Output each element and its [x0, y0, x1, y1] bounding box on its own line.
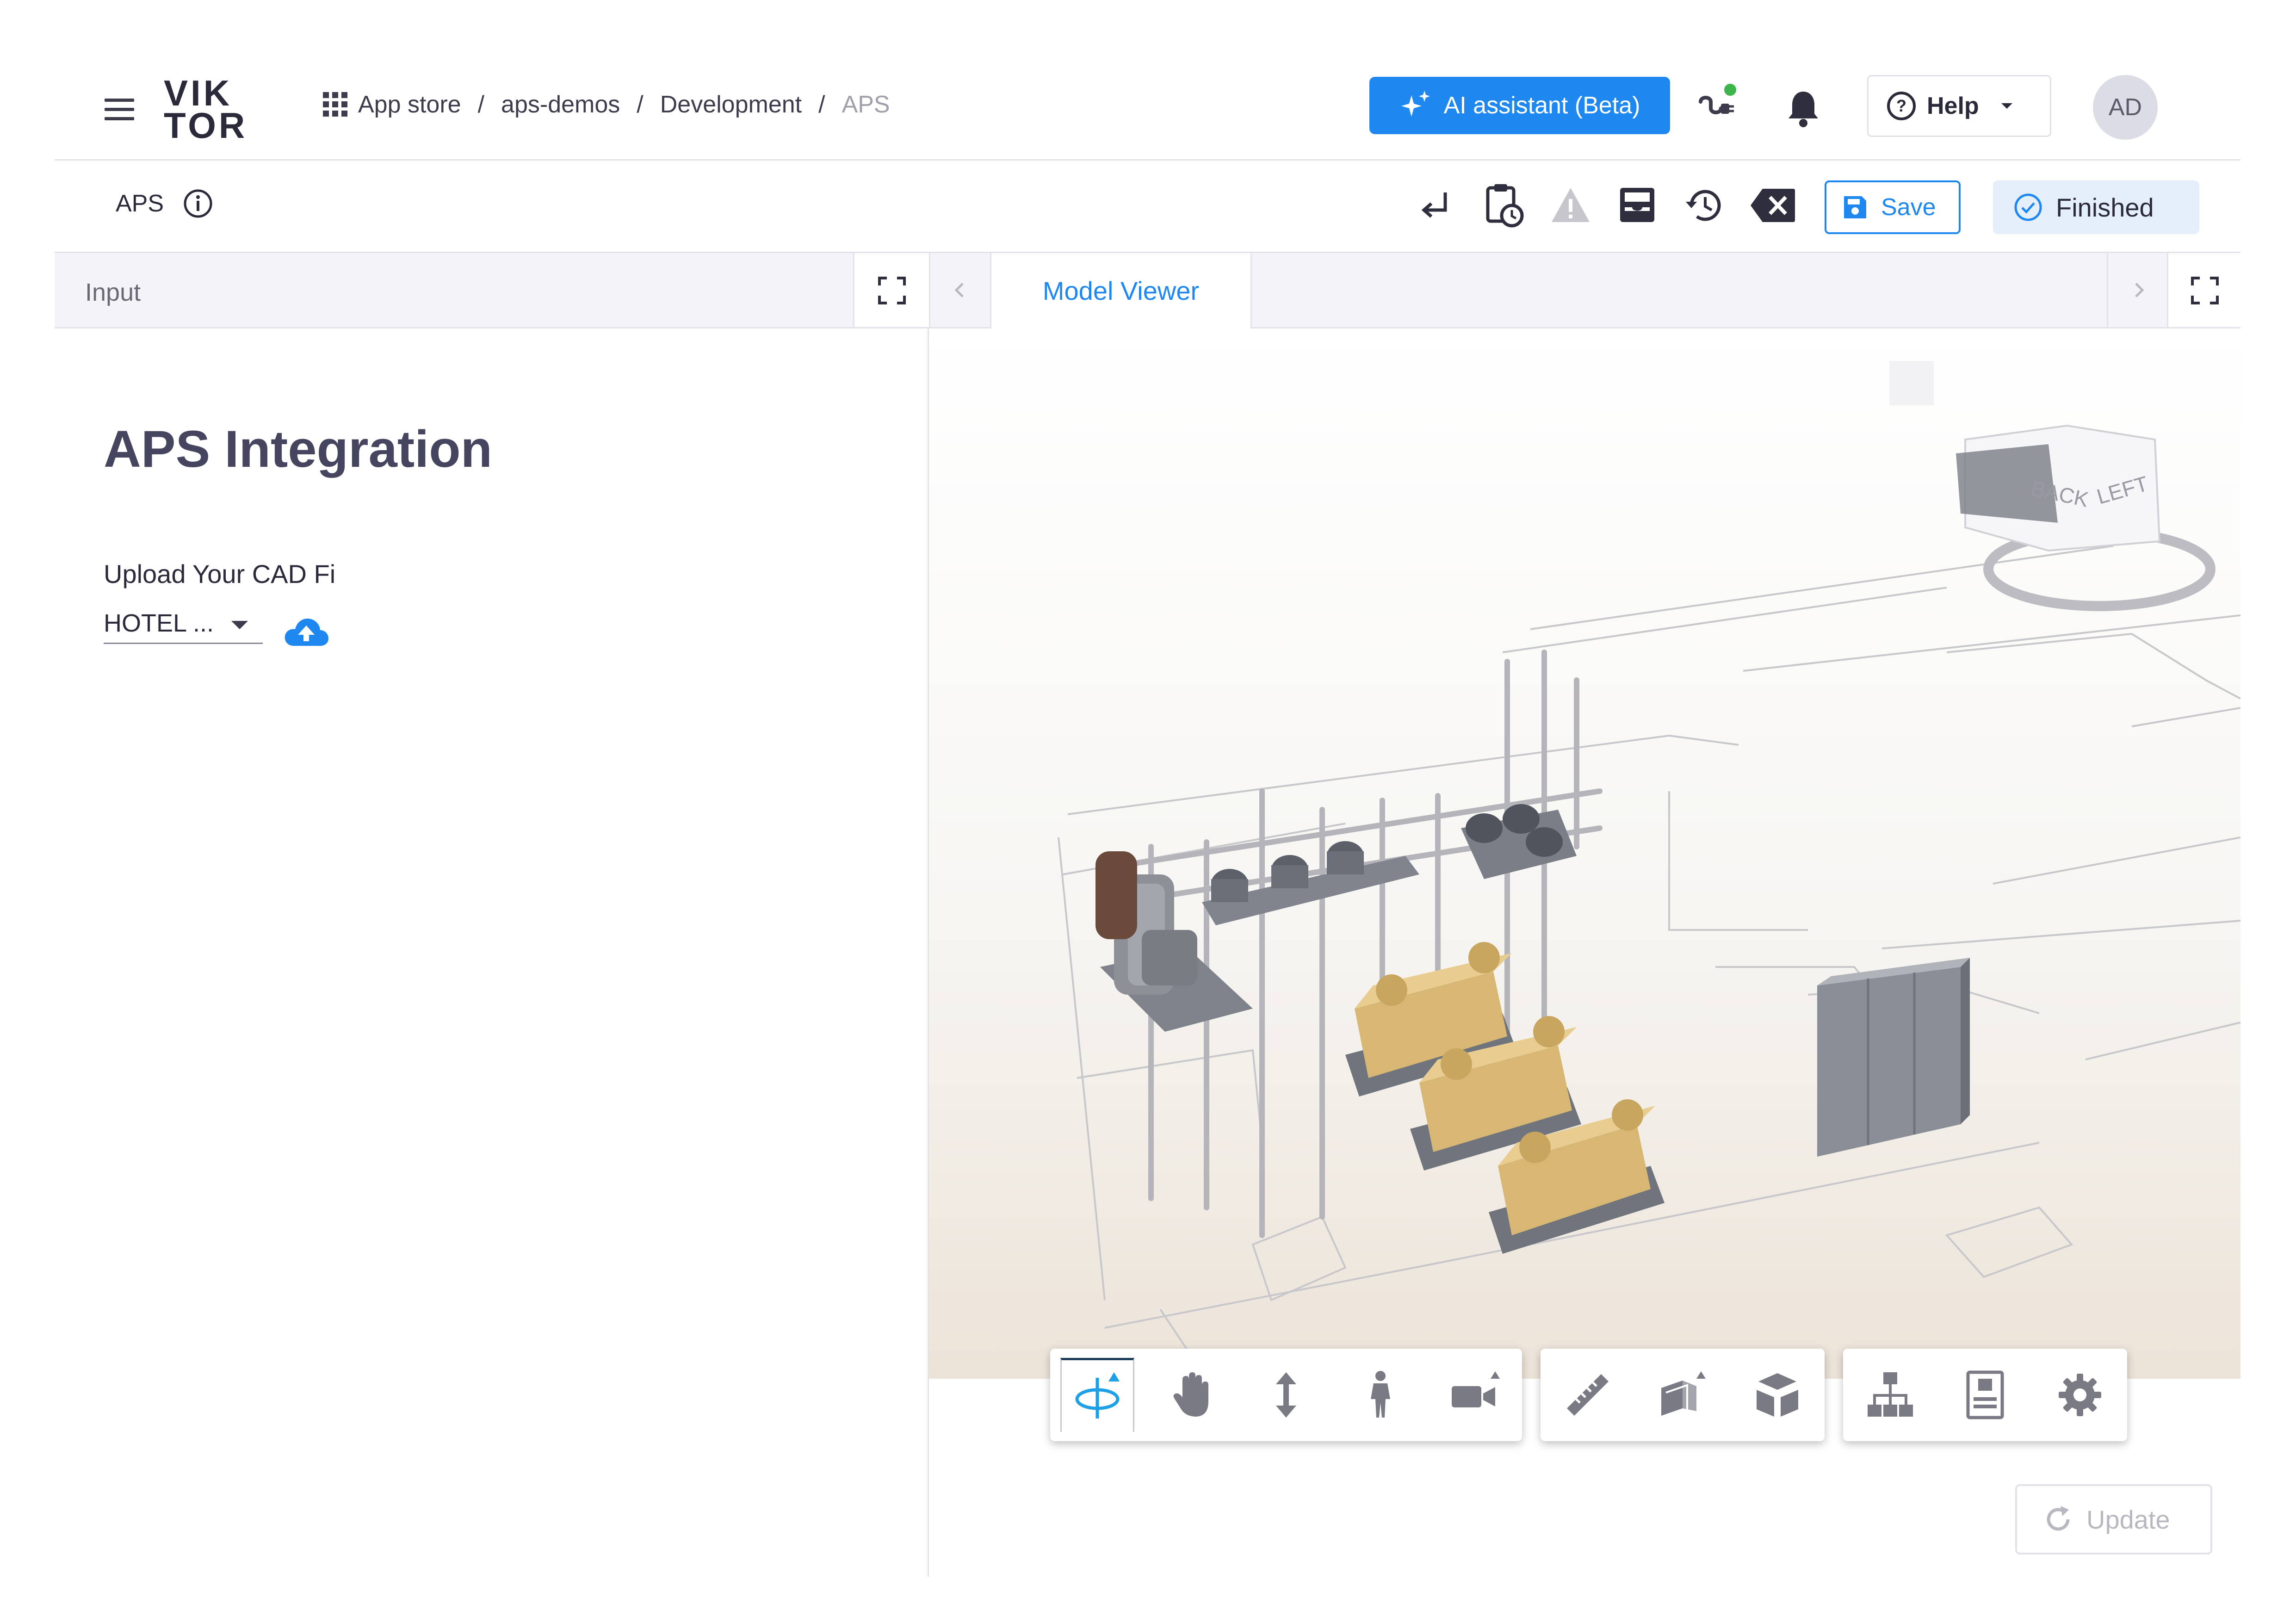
model-browser-tool[interactable] — [1853, 1358, 1927, 1432]
save-label: Save — [1881, 194, 1936, 221]
finished-label: Finished — [2056, 192, 2154, 222]
file-select-value: HOTEL ... — [104, 609, 214, 637]
settings-tool[interactable] — [2043, 1358, 2117, 1432]
app-root: VIK TOR App store / aps-demos / Developm… — [55, 46, 2242, 1577]
fullscreen-icon — [878, 277, 906, 304]
return-icon[interactable] — [1417, 188, 1454, 225]
tab-scroll-right[interactable] — [2107, 253, 2168, 327]
pan-icon — [1173, 1372, 1208, 1417]
app-toolbar: APS Save Finished — [55, 159, 2240, 252]
help-circle-icon: ? — [1887, 92, 1916, 120]
svg-text:?: ? — [1896, 96, 1906, 115]
explode-icon — [1756, 1373, 1798, 1417]
model-canvas[interactable]: BACK LEFT — [929, 328, 2240, 1379]
help-button[interactable]: ? Help — [1867, 75, 2051, 137]
sparkle-icon — [1401, 91, 1430, 117]
breadcrumb: App store / aps-demos / Development / AP… — [323, 91, 890, 118]
page-title: APS Integration — [104, 420, 493, 478]
zoom-icon — [1276, 1372, 1296, 1418]
zoom-tool[interactable] — [1249, 1358, 1323, 1432]
logo-line-1: VIK — [164, 73, 233, 113]
breadcrumb-aps: APS — [842, 91, 890, 118]
menu-icon[interactable] — [105, 93, 134, 126]
panel-tabs: Input Model Viewer — [55, 252, 2242, 328]
breadcrumb-app-store[interactable]: App store — [358, 91, 461, 118]
history-icon[interactable] — [1683, 184, 1726, 227]
navigation-toolbar — [1050, 1349, 1522, 1441]
breadcrumb-development[interactable]: Development — [660, 91, 802, 118]
chevron-left-icon — [954, 283, 964, 297]
check-circle-icon — [2014, 193, 2042, 221]
top-bar: VIK TOR App store / aps-demos / Developm… — [55, 46, 2240, 161]
status-dot — [1724, 84, 1736, 96]
camera-tool[interactable] — [1438, 1358, 1512, 1432]
orbit-icon — [1075, 1372, 1120, 1419]
tab-model-viewer[interactable]: Model Viewer — [990, 253, 1252, 328]
electrical-cabinet — [1817, 958, 1970, 1157]
ai-assistant-button[interactable]: AI assistant (Beta) — [1369, 77, 1670, 134]
viewer-fullscreen-button[interactable] — [2167, 253, 2242, 327]
settings-icon — [2058, 1374, 2101, 1416]
section-tool[interactable] — [1646, 1358, 1720, 1432]
section-icon — [1661, 1371, 1706, 1419]
measure-icon — [1567, 1374, 1609, 1416]
refresh-icon — [2047, 1506, 2070, 1531]
view-cube[interactable]: BACK LEFT — [1889, 361, 2216, 611]
tab-scroll-left[interactable] — [929, 253, 990, 327]
measure-tool[interactable] — [1551, 1358, 1625, 1432]
camera-icon — [1452, 1371, 1500, 1407]
upload-field-label: Upload Your CAD Fi — [104, 559, 336, 588]
update-button[interactable]: Update — [2015, 1484, 2212, 1555]
model-browser-icon — [1868, 1372, 1913, 1417]
explode-tool[interactable] — [1740, 1358, 1814, 1432]
warning-icon[interactable] — [1550, 186, 1591, 224]
ai-assistant-label: AI assistant (Beta) — [1443, 92, 1640, 119]
chevron-down-icon — [2001, 103, 2012, 109]
app-name: APS — [116, 190, 164, 217]
breadcrumb-aps-demos[interactable]: aps-demos — [501, 91, 620, 118]
help-label: Help — [1927, 93, 1979, 119]
model-viewer[interactable]: BACK LEFT — [929, 328, 2240, 1379]
floppy-disk-icon — [1844, 196, 1866, 218]
orbit-tool[interactable] — [1060, 1358, 1134, 1432]
tab-input[interactable]: Input — [85, 278, 141, 307]
info-icon[interactable] — [182, 188, 214, 219]
file-select[interactable]: HOTEL ... — [104, 604, 263, 644]
floor-plan-lines — [1058, 545, 2240, 1379]
bell-icon[interactable] — [1785, 88, 1822, 132]
model-tools-toolbar — [1541, 1349, 1825, 1441]
properties-icon — [1966, 1370, 2004, 1419]
clear-icon[interactable] — [1749, 186, 1797, 225]
breadcrumb-separator: / — [477, 91, 485, 118]
pump-skid-right — [1461, 804, 1577, 879]
breadcrumb-separator: / — [637, 91, 644, 118]
connection-status-icon[interactable] — [1692, 83, 1739, 130]
pan-tool[interactable] — [1155, 1358, 1229, 1432]
inbox-icon[interactable] — [1617, 185, 1657, 225]
breadcrumb-separator: / — [818, 91, 825, 118]
viktor-logo[interactable]: VIK TOR — [164, 73, 248, 146]
update-label: Update — [2086, 1505, 2170, 1534]
apps-grid-icon[interactable] — [323, 92, 348, 117]
chevron-down-icon — [231, 621, 248, 629]
home-view-button[interactable] — [1889, 361, 1934, 405]
panels-toolbar — [1843, 1349, 2127, 1441]
avatar[interactable]: AD — [2093, 75, 2158, 140]
tab-model-viewer-label: Model Viewer — [1042, 276, 1200, 305]
finished-button[interactable]: Finished — [1993, 180, 2199, 234]
logo-line-2: TOR — [164, 105, 248, 146]
fullscreen-icon — [2191, 277, 2219, 304]
clipboard-clock-icon[interactable] — [1483, 182, 1525, 229]
chevron-right-icon — [2135, 283, 2144, 297]
save-button[interactable]: Save — [1825, 180, 1961, 234]
properties-tool[interactable] — [1948, 1358, 2022, 1432]
input-fullscreen-button[interactable] — [853, 253, 930, 327]
cloud-upload-icon[interactable] — [283, 614, 329, 650]
pump-skid-left — [1202, 841, 1419, 925]
input-panel: APS Integration Upload Your CAD Fi HOTEL… — [55, 328, 929, 1577]
first-person-icon — [1371, 1371, 1390, 1418]
first-person-tool[interactable] — [1343, 1358, 1417, 1432]
